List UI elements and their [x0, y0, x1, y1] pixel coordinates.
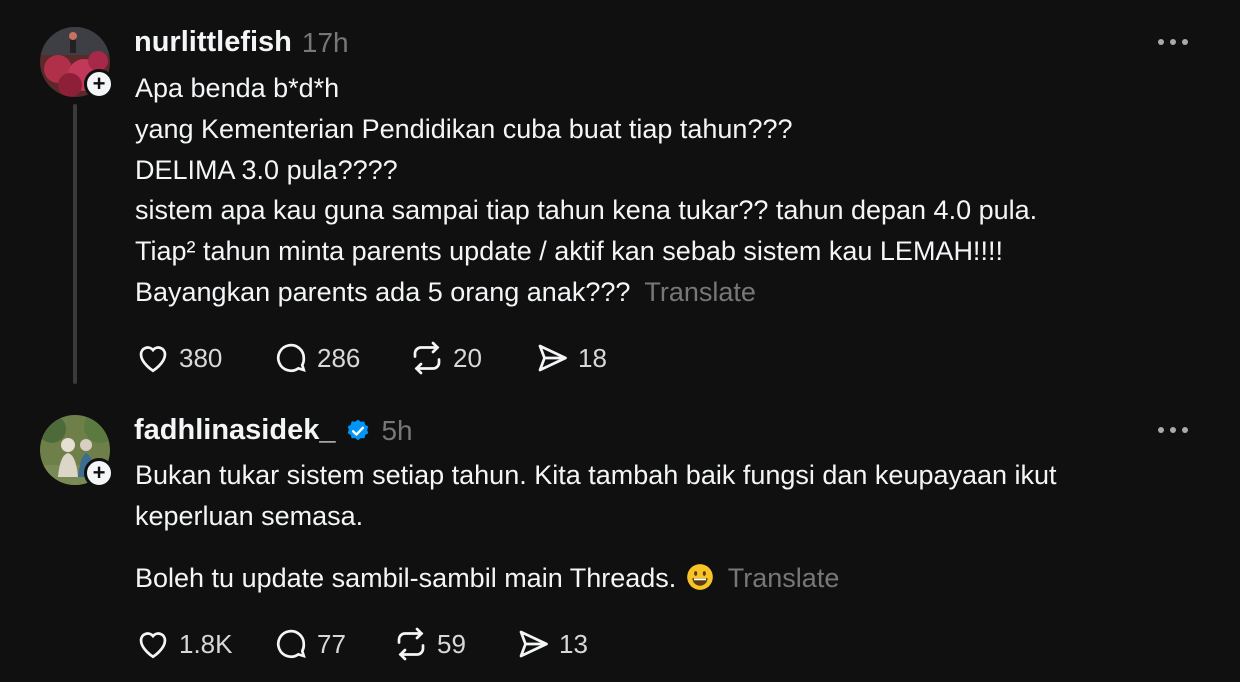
post-text-line: DELIMA 3.0 pula???? — [135, 154, 398, 185]
translate-link[interactable]: Translate — [728, 563, 840, 593]
repost-icon — [413, 341, 441, 375]
username[interactable]: nurlittlefish — [134, 28, 292, 57]
verified-badge-icon — [348, 419, 369, 440]
more-dots-icon[interactable] — [1158, 427, 1188, 433]
like-count: 1.8K — [179, 628, 233, 659]
username[interactable]: fadhlinasidek_ — [134, 416, 335, 445]
comment-icon — [276, 629, 306, 659]
timestamp[interactable]: 5h — [381, 416, 412, 445]
action-bar: 380 286 20 18 — [135, 340, 607, 376]
repost-count: 59 — [437, 628, 466, 659]
post-text-line: Apa benda b*d*h — [135, 73, 340, 103]
translate-link[interactable]: Translate — [644, 277, 756, 307]
post-text-line: yang Kementerian Pendidikan cuba buat ti… — [135, 113, 793, 144]
more-dots-icon[interactable] — [1158, 39, 1188, 45]
thread-connector-line — [73, 104, 77, 384]
reply-button[interactable]: 77 — [273, 626, 393, 662]
repost-icon — [397, 627, 425, 661]
follow-plus-icon[interactable]: + — [84, 458, 114, 488]
post-text: Bayangkan parents ada 5 orang anak??? — [135, 276, 631, 307]
post-header: fadhlinasidek_ 5h — [134, 416, 413, 445]
action-bar: 1.8K 77 59 13 — [135, 626, 588, 662]
timestamp[interactable]: 17h — [302, 28, 349, 57]
follow-plus-icon[interactable]: + — [84, 69, 114, 99]
share-button[interactable]: 18 — [534, 340, 607, 376]
heart-icon — [139, 346, 167, 373]
post-body: Apa benda b*d*h yang Kementerian Pendidi… — [135, 68, 1037, 313]
share-button[interactable]: 13 — [515, 626, 588, 662]
like-count: 380 — [179, 342, 223, 373]
post-text-line: Tiap² tahun minta parents update / aktif… — [135, 236, 1003, 267]
share-count: 18 — [578, 342, 607, 373]
repost-button[interactable]: 59 — [393, 626, 515, 662]
send-icon — [519, 630, 548, 658]
repost-count: 20 — [453, 342, 482, 373]
thread-post: + nurlittlefish 17h Apa benda b*d*h yang… — [0, 0, 1240, 395]
reply-count: 286 — [317, 342, 361, 373]
heart-icon — [139, 632, 167, 659]
thread-post: + fadhlinasidek_ 5h Bukan tukar sistem s… — [0, 395, 1240, 682]
post-text-line: keperluan semasa. — [135, 500, 364, 531]
post-text-line: Bukan tukar sistem setiap tahun. Kita ta… — [135, 460, 1057, 490]
post-header: nurlittlefish 17h — [134, 28, 349, 57]
post-text-line: sistem apa kau guna sampai tiap tahun ke… — [135, 195, 1038, 226]
like-button[interactable]: 1.8K — [135, 626, 273, 662]
post-body: Bukan tukar sistem setiap tahun. Kita ta… — [135, 455, 1057, 598]
post-text: Boleh tu update sambil-sambil main Threa… — [135, 562, 677, 593]
send-icon — [538, 344, 567, 372]
comment-icon — [276, 343, 306, 373]
post-text-line: Bayangkan parents ada 5 orang anak??? Tra… — [135, 272, 1037, 313]
reply-count: 77 — [317, 628, 346, 659]
grinning-face-emoji-icon — [686, 563, 713, 590]
like-button[interactable]: 380 — [135, 340, 273, 376]
reply-button[interactable]: 286 — [273, 340, 409, 376]
share-count: 13 — [559, 628, 588, 659]
post-text-line: Boleh tu update sambil-sambil main Threa… — [135, 558, 1057, 599]
repost-button[interactable]: 20 — [409, 340, 534, 376]
